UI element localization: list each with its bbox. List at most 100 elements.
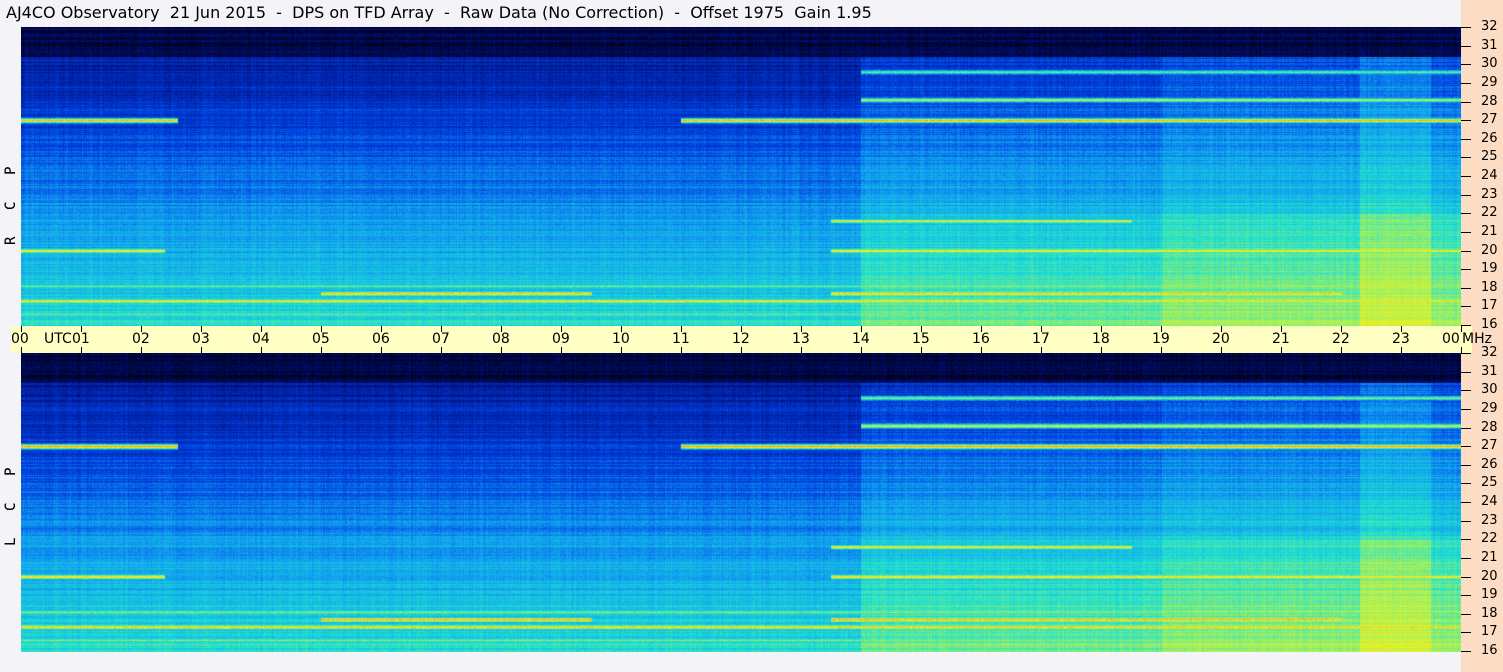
time-tick bbox=[1161, 347, 1162, 353]
freq-tick bbox=[1461, 82, 1471, 84]
time-tick-label: 19 bbox=[1152, 331, 1170, 347]
freq-tick bbox=[1461, 64, 1471, 66]
freq-tick-label: 30 bbox=[1481, 56, 1498, 72]
freq-tick bbox=[1461, 576, 1471, 578]
freq-tick-label: 27 bbox=[1481, 112, 1498, 128]
freq-tick bbox=[1461, 194, 1471, 196]
freq-tick-label: 32 bbox=[1481, 19, 1498, 34]
freq-tick-label: 23 bbox=[1481, 512, 1498, 528]
time-tick-label: 03 bbox=[192, 331, 210, 347]
freq-tick bbox=[1461, 213, 1471, 215]
lcp-label-column: L C P L C P bbox=[0, 353, 21, 652]
freq-tick-label: 28 bbox=[1481, 93, 1498, 109]
freq-tick bbox=[1461, 176, 1471, 177]
freq-tick-label: 29 bbox=[1481, 74, 1498, 90]
time-tick-label: 08 bbox=[492, 331, 510, 347]
freq-tick-label: 22 bbox=[1481, 205, 1498, 221]
rcp-spectrogram bbox=[21, 27, 1461, 326]
time-tick-label: 07 bbox=[432, 331, 450, 347]
freq-tick bbox=[1461, 632, 1471, 634]
lcp-spectrogram bbox=[21, 353, 1461, 652]
time-tick-label: 10 bbox=[612, 331, 630, 347]
time-tick bbox=[921, 347, 922, 353]
time-tick bbox=[381, 347, 382, 353]
freq-tick bbox=[1461, 371, 1471, 373]
freq-tick bbox=[1461, 464, 1471, 466]
mhz-label: MHz bbox=[1462, 331, 1492, 347]
freq-tick bbox=[1461, 613, 1471, 615]
time-tick bbox=[141, 347, 142, 353]
freq-tick-label: 30 bbox=[1481, 382, 1498, 398]
time-tick bbox=[1341, 347, 1342, 353]
freq-tick bbox=[1461, 231, 1471, 233]
freq-tick bbox=[1461, 595, 1471, 597]
time-axis: 00 01 02 03 04 05 06 07 08 09 10 11 12 13 14 15 16 17 18 19… bbox=[11, 326, 1492, 353]
time-tick bbox=[1461, 347, 1462, 353]
freq-tick-label: 31 bbox=[1481, 363, 1498, 379]
time-tick bbox=[801, 347, 802, 353]
freq-tick-label: 21 bbox=[1481, 549, 1498, 565]
time-tick bbox=[321, 347, 322, 353]
chart-title: AJ4CO Observatory 21 Jun 2015 - DPS on T… bbox=[6, 3, 872, 22]
time-tick-label: 21 bbox=[1272, 331, 1290, 347]
time-tick bbox=[81, 347, 82, 353]
freq-tick bbox=[1461, 27, 1471, 28]
freq-tick bbox=[1461, 120, 1471, 122]
time-tick-label: 13 bbox=[792, 331, 810, 347]
time-tick-label: 11 bbox=[672, 331, 690, 347]
freq-tick bbox=[1461, 520, 1471, 522]
rcp-letter: R bbox=[3, 236, 19, 245]
time-tick-label: 20 bbox=[1212, 331, 1230, 347]
time-tick-label: 09 bbox=[552, 331, 570, 347]
freq-tick bbox=[1461, 287, 1471, 289]
time-tick-label: 05 bbox=[312, 331, 330, 347]
freq-tick-label: 27 bbox=[1481, 438, 1498, 454]
rcp-label: R C P R C P bbox=[2, 155, 19, 245]
freq-tick bbox=[1461, 353, 1471, 354]
rcp-letter: P bbox=[3, 166, 19, 175]
freq-tick bbox=[1461, 427, 1471, 429]
rcp-letter: C bbox=[3, 201, 19, 210]
lcp-letter: L bbox=[3, 537, 19, 546]
time-tick-label: 02 bbox=[132, 331, 150, 347]
freq-tick-label: 26 bbox=[1481, 130, 1498, 146]
freq-tick-label: 17 bbox=[1481, 624, 1498, 640]
freq-tick-label: 23 bbox=[1481, 186, 1498, 202]
freq-tick-label: 26 bbox=[1481, 456, 1498, 472]
time-tick bbox=[21, 347, 22, 353]
freq-tick bbox=[1461, 651, 1471, 652]
freq-tick-label: 20 bbox=[1481, 242, 1498, 258]
freq-tick bbox=[1461, 390, 1471, 392]
freq-tick bbox=[1461, 408, 1471, 410]
freq-tick bbox=[1461, 557, 1471, 559]
freq-tick-label: 28 bbox=[1481, 419, 1498, 435]
time-tick bbox=[1401, 347, 1402, 353]
time-tick bbox=[861, 347, 862, 353]
freq-tick bbox=[1461, 306, 1471, 308]
freq-tick bbox=[1461, 250, 1471, 252]
freq-tick-label: 29 bbox=[1481, 400, 1498, 416]
freq-tick-label: 25 bbox=[1481, 475, 1498, 491]
freq-tick bbox=[1461, 101, 1471, 103]
time-tick bbox=[621, 347, 622, 353]
time-tick bbox=[1041, 347, 1042, 353]
freq-tick bbox=[1461, 269, 1471, 271]
time-tick bbox=[1221, 347, 1222, 353]
time-tick-label: 06 bbox=[372, 331, 390, 347]
lcp-letter: C bbox=[3, 502, 19, 511]
freq-tick-label: 17 bbox=[1481, 298, 1498, 314]
time-tick bbox=[681, 347, 682, 353]
time-tick-label: 23 bbox=[1392, 331, 1410, 347]
freq-tick-label: 22 bbox=[1481, 531, 1498, 547]
time-tick-label: 01 bbox=[72, 331, 90, 347]
time-tick-label: 00 bbox=[11, 331, 29, 347]
time-tick bbox=[561, 347, 562, 353]
time-tick-label: 22 bbox=[1332, 331, 1350, 347]
freq-tick-label: 24 bbox=[1481, 168, 1498, 183]
freq-tick-label: 16 bbox=[1481, 643, 1498, 658]
time-tick-label: 04 bbox=[252, 331, 270, 347]
time-tick-label: 17 bbox=[1032, 331, 1050, 347]
freq-tick bbox=[1461, 45, 1471, 47]
rcp-label-column: R C P R C P bbox=[0, 27, 21, 326]
freq-tick-label: 24 bbox=[1481, 494, 1498, 509]
